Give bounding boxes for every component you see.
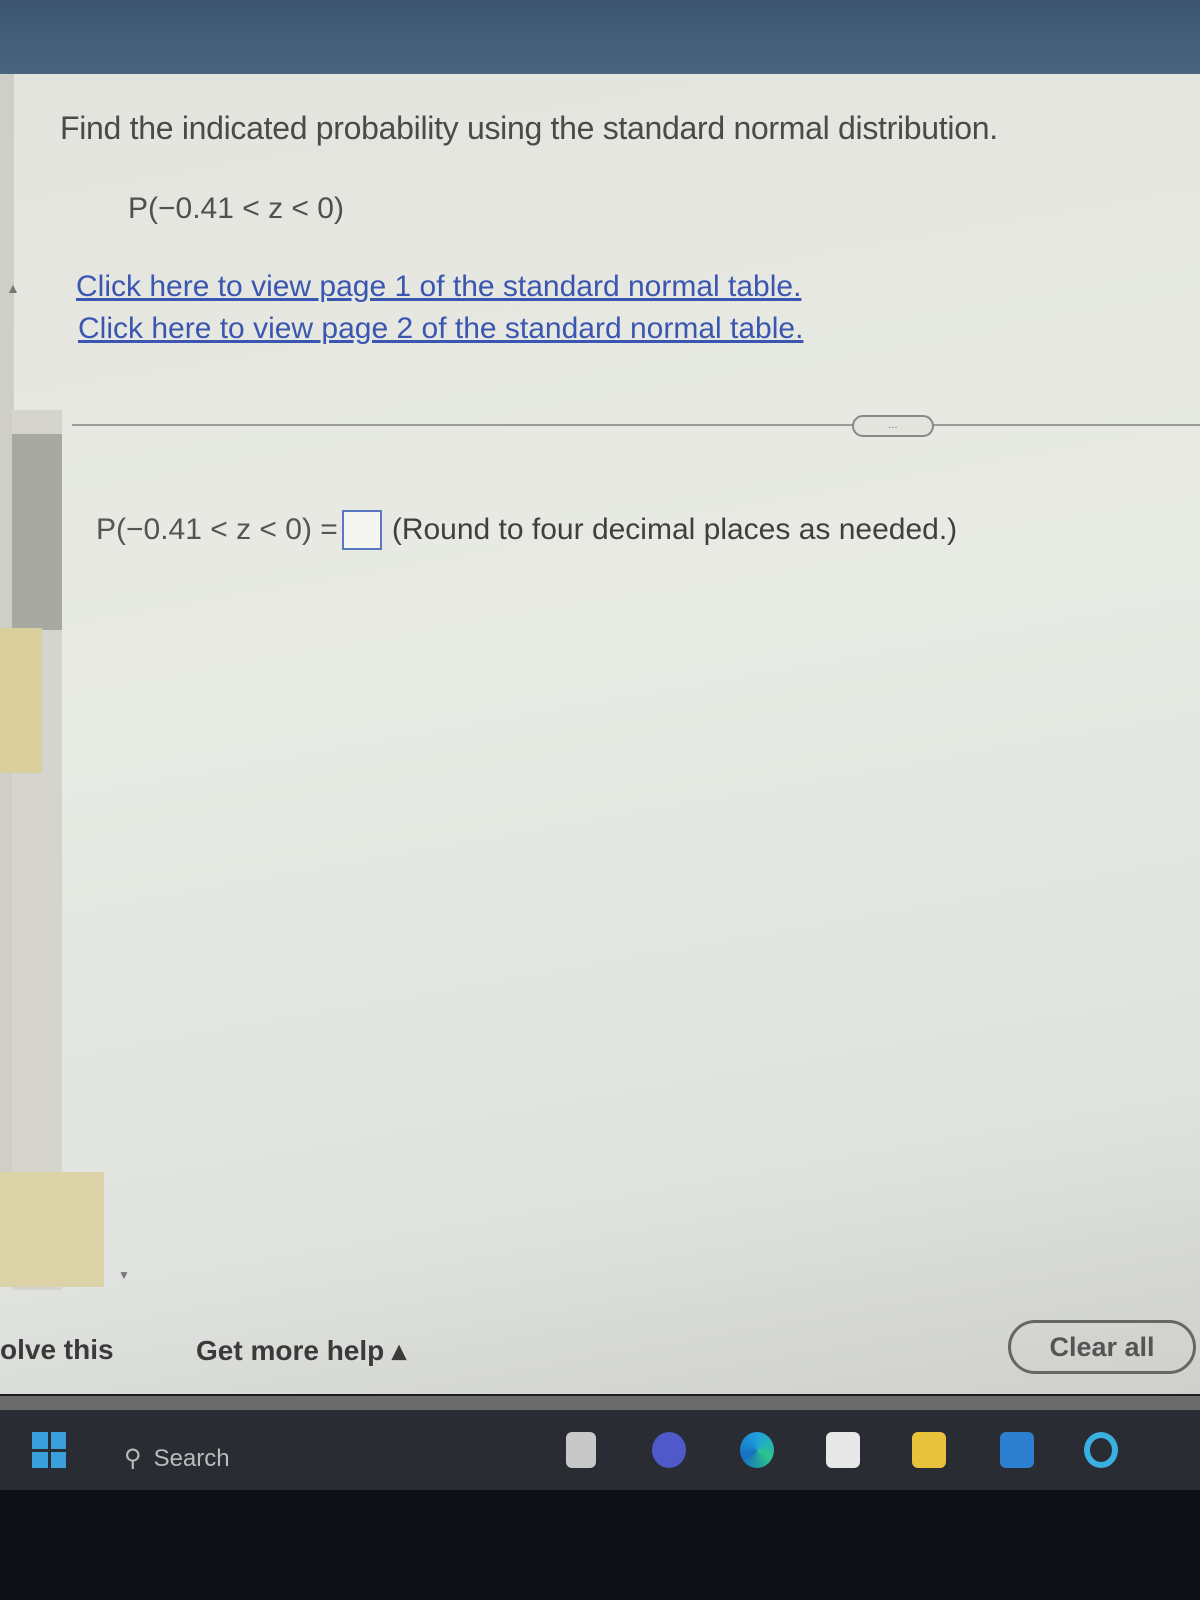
task-view-icon[interactable] <box>566 1432 596 1468</box>
solve-this-button[interactable]: olve this <box>0 1334 114 1366</box>
answer-row: P(−0.41 < z < 0) = (Round to four decima… <box>96 510 957 550</box>
search-label: Search <box>153 1444 230 1472</box>
answer-input[interactable] <box>341 510 382 550</box>
normal-table-page-1-link[interactable]: Click here to view page 1 of the standar… <box>76 270 801 304</box>
monitor-bezel <box>0 1396 1200 1410</box>
normal-table-page-2-link[interactable]: Click here to view page 2 of the standar… <box>78 312 803 346</box>
probability-expression: P(−0.41 < z < 0) <box>128 192 344 225</box>
answer-label: P(−0.41 < z < 0) = <box>96 513 338 546</box>
scroll-down-arrow-icon[interactable]: ▼ <box>118 1268 130 1282</box>
rounding-hint: (Round to four decimal places as needed.… <box>391 513 958 546</box>
get-more-help-button[interactable]: Get more help ▴ <box>196 1334 406 1367</box>
store-icon[interactable] <box>826 1432 860 1468</box>
cortana-icon[interactable] <box>1084 1432 1118 1468</box>
windows-start-icon[interactable] <box>32 1432 66 1468</box>
scrollbar-thumb[interactable] <box>12 434 62 630</box>
clear-all-button[interactable]: Clear all <box>1008 1320 1196 1374</box>
expand-more-button[interactable]: ... <box>852 415 934 437</box>
file-explorer-icon[interactable] <box>912 1432 946 1468</box>
mail-icon[interactable] <box>1000 1432 1034 1468</box>
taskbar-search[interactable]: ⚲ Search <box>124 1444 230 1473</box>
edge-icon[interactable] <box>740 1432 774 1468</box>
side-panel-highlight <box>0 628 42 773</box>
side-panel-highlight <box>0 1172 104 1287</box>
scroll-up-arrow-icon[interactable]: ▲ <box>6 280 20 296</box>
question-title: Find the indicated probability using the… <box>60 110 998 146</box>
divider <box>72 424 1200 426</box>
teams-icon[interactable] <box>652 1432 686 1468</box>
search-icon: ⚲ <box>124 1445 142 1472</box>
monitor-bottom <box>0 1490 1200 1600</box>
browser-top-bar <box>0 0 1200 74</box>
